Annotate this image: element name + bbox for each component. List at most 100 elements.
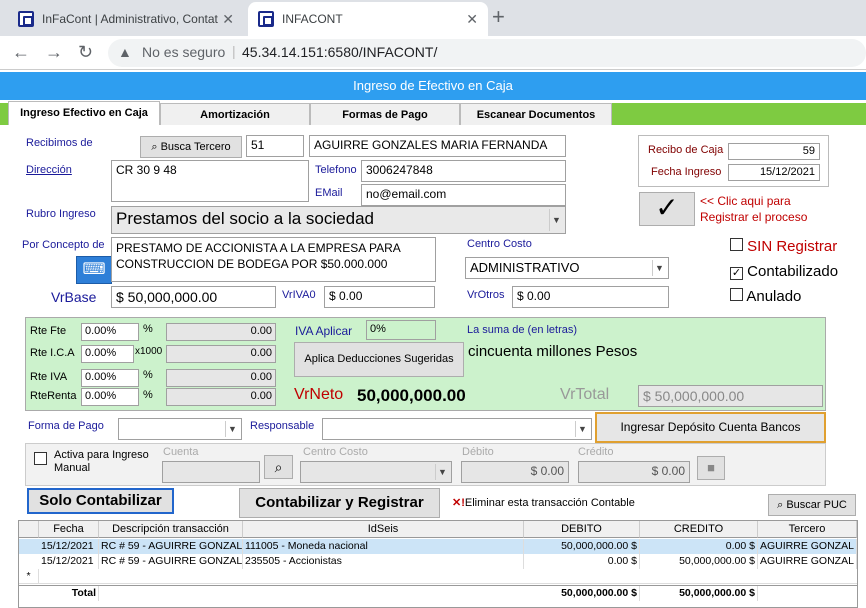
direccion-label: Dirección bbox=[26, 164, 72, 176]
security-label[interactable]: No es seguro bbox=[142, 44, 225, 60]
recibo-field[interactable]: 59 bbox=[728, 143, 820, 160]
fecha-field[interactable]: 15/12/2021 bbox=[728, 164, 820, 181]
grid-corner bbox=[19, 521, 39, 538]
activa-manual-checkbox[interactable] bbox=[34, 452, 47, 465]
rterenta-label: RteRenta bbox=[30, 390, 77, 402]
total-label: Total bbox=[39, 586, 99, 601]
tercero-name-field[interactable]: AGUIRRE GONZALES MARIA FERNANDA bbox=[309, 135, 566, 157]
rteiva-value-field: 0.00 bbox=[166, 369, 276, 387]
buscar-puc-button[interactable]: ⌕ Buscar PUC bbox=[768, 494, 856, 516]
iva-aplicar-field[interactable]: 0% bbox=[366, 320, 436, 340]
save-manual-button[interactable]: ■ bbox=[697, 456, 725, 480]
rtefte-label: Rte Fte bbox=[30, 325, 67, 337]
vriva0-field[interactable]: $ 0.00 bbox=[324, 286, 435, 308]
contabilizar-registrar-button[interactable]: Contabilizar y Registrar bbox=[239, 488, 440, 518]
concepto-field[interactable]: PRESTAMO DE ACCIONISTA A LA EMPRESA PARA… bbox=[111, 237, 436, 282]
rubro-select[interactable]: Prestamos del socio a la sociedad ▼ bbox=[111, 206, 566, 234]
centro-costo-select[interactable]: ADMINISTRATIVO ▼ bbox=[465, 257, 669, 279]
credito-field[interactable]: $ 0.00 bbox=[578, 461, 690, 483]
cell-debito: 0.00 $ bbox=[524, 554, 640, 569]
app-tabs: Ingreso Efectivo en Caja Amortización Fo… bbox=[0, 101, 866, 125]
aplica-deducciones-button[interactable]: Aplica Deducciones Sugeridas bbox=[294, 342, 464, 377]
suma-letras-label: La suma de (en letras) bbox=[467, 324, 578, 336]
search-cuenta-button[interactable]: ⌕ bbox=[264, 455, 293, 479]
rubro-value: Prestamos del socio a la sociedad bbox=[116, 209, 374, 228]
search-icon: ⌕ bbox=[151, 141, 158, 153]
col-descripcion[interactable]: Descripción transacción bbox=[99, 521, 243, 538]
forma-pago-select[interactable]: ▼ bbox=[118, 418, 242, 440]
chevron-down-icon: ▼ bbox=[435, 464, 449, 480]
url-text[interactable]: 45.34.14.151:6580/INFACONT/ bbox=[242, 44, 437, 60]
rteica-pct-field[interactable]: 0.00% bbox=[81, 345, 134, 363]
tab-formas-de-pago[interactable]: Formas de Pago bbox=[310, 103, 460, 125]
app-favicon-icon bbox=[258, 11, 274, 27]
cuenta-label: Cuenta bbox=[163, 446, 199, 458]
checkbox-icon bbox=[730, 238, 743, 251]
col-credito[interactable]: CREDITO bbox=[640, 521, 758, 538]
rteiva-pct-field[interactable]: 0.00% bbox=[81, 369, 139, 387]
debito-label: Débito bbox=[462, 446, 494, 458]
x1000-label: x1000 bbox=[135, 346, 163, 357]
eliminar-transaccion-link[interactable]: ✕!Eliminar esta transacción Contable bbox=[452, 496, 635, 509]
centro-manual-select[interactable]: ▼ bbox=[300, 461, 452, 483]
vrotros-field[interactable]: $ 0.00 bbox=[512, 286, 669, 308]
rterenta-value-field: 0.00 bbox=[166, 388, 276, 406]
new-tab-icon[interactable]: + bbox=[492, 4, 505, 30]
reload-icon[interactable]: ↻ bbox=[78, 42, 93, 63]
ingresar-deposito-button[interactable]: Ingresar Depósito Cuenta Bancos bbox=[595, 412, 826, 443]
total-row: Total 50,000,000.00 $ 50,000,000.00 $ bbox=[19, 585, 857, 601]
centro-costo-value: ADMINISTRATIVO bbox=[470, 260, 580, 275]
centro-costo-label: Centro Costo bbox=[467, 238, 532, 250]
registrar-button[interactable]: ✓ bbox=[639, 192, 695, 226]
email-label: EMail bbox=[315, 187, 343, 199]
warning-icon[interactable]: ▲ bbox=[118, 44, 132, 60]
col-fecha[interactable]: Fecha bbox=[39, 521, 99, 538]
rtefte-pct-field[interactable]: 0.00% bbox=[81, 323, 139, 341]
tab-ingreso-efectivo[interactable]: Ingreso Efectivo en Caja bbox=[8, 101, 160, 125]
close-tab-icon[interactable]: ✕ bbox=[466, 11, 478, 28]
forward-icon[interactable]: → bbox=[45, 42, 63, 63]
col-debito[interactable]: DEBITO bbox=[524, 521, 640, 538]
keyboard-button[interactable]: ⌨ bbox=[76, 256, 112, 284]
table-row[interactable]: 15/12/2021 RC # 59 - AGUIRRE GONZAL 2355… bbox=[19, 554, 857, 569]
concepto-label: Por Concepto de bbox=[22, 239, 105, 251]
recibimos-label: Recibimos de bbox=[26, 137, 93, 149]
contabilizado-checkbox[interactable]: ✓ Contabilizado bbox=[730, 263, 838, 280]
save-icon: ■ bbox=[707, 460, 715, 475]
tercero-code-field[interactable]: 51 bbox=[246, 135, 304, 157]
new-row[interactable]: * bbox=[19, 569, 857, 584]
busca-tercero-button[interactable]: ⌕ Busca Tercero bbox=[140, 136, 242, 158]
cell-fecha: 15/12/2021 bbox=[39, 554, 99, 569]
search-icon: ⌕ bbox=[777, 499, 784, 511]
col-idseis[interactable]: IdSeis bbox=[243, 521, 524, 538]
sin-registrar-checkbox[interactable]: SIN Registrar bbox=[730, 238, 837, 255]
browser-tab-title: INFACONT bbox=[282, 12, 343, 26]
solo-contabilizar-button[interactable]: Solo Contabilizar bbox=[27, 488, 174, 514]
rterenta-pct-field[interactable]: 0.00% bbox=[81, 388, 139, 406]
anulado-checkbox[interactable]: Anulado bbox=[730, 288, 801, 305]
close-tab-icon[interactable]: ✕ bbox=[222, 11, 234, 28]
buscar-puc-label: Buscar PUC bbox=[786, 499, 847, 511]
cell-debito: 50,000,000.00 $ bbox=[524, 539, 640, 554]
tab-escanear-documentos[interactable]: Escanear Documentos bbox=[460, 103, 612, 125]
email-field[interactable]: no@email.com bbox=[361, 184, 566, 206]
debito-field[interactable]: $ 0.00 bbox=[461, 461, 569, 483]
cell-descripcion: RC # 59 - AGUIRRE GONZAL bbox=[101, 539, 243, 554]
back-icon[interactable]: ← bbox=[12, 42, 30, 63]
table-row[interactable]: 15/12/2021 RC # 59 - AGUIRRE GONZAL 1110… bbox=[19, 539, 857, 554]
col-tercero[interactable]: Tercero bbox=[758, 521, 857, 538]
responsable-select[interactable]: ▼ bbox=[322, 418, 592, 440]
iva-aplicar-label: IVA Aplicar bbox=[295, 324, 353, 338]
cuenta-field[interactable] bbox=[162, 461, 260, 483]
cell-descripcion: RC # 59 - AGUIRRE GONZAL bbox=[101, 554, 243, 569]
telefono-field[interactable]: 3006247848 bbox=[361, 160, 566, 182]
keyboard-icon: ⌨ bbox=[82, 261, 106, 278]
browser-tab-1[interactable]: InFaCont | Administrativo, Contat ✕ bbox=[8, 2, 244, 36]
pct-symbol: % bbox=[143, 389, 153, 401]
tab-amortizacion[interactable]: Amortización bbox=[160, 103, 310, 125]
registrar-hint: << Clic aqui para Registrar el proceso bbox=[700, 194, 808, 224]
browser-tab-2[interactable]: INFACONT ✕ bbox=[248, 2, 488, 36]
vrbase-field[interactable]: $ 50,000,000.00 bbox=[111, 286, 276, 308]
direccion-field[interactable]: CR 30 9 48 bbox=[111, 160, 309, 202]
sin-registrar-label: SIN Registrar bbox=[747, 238, 838, 255]
